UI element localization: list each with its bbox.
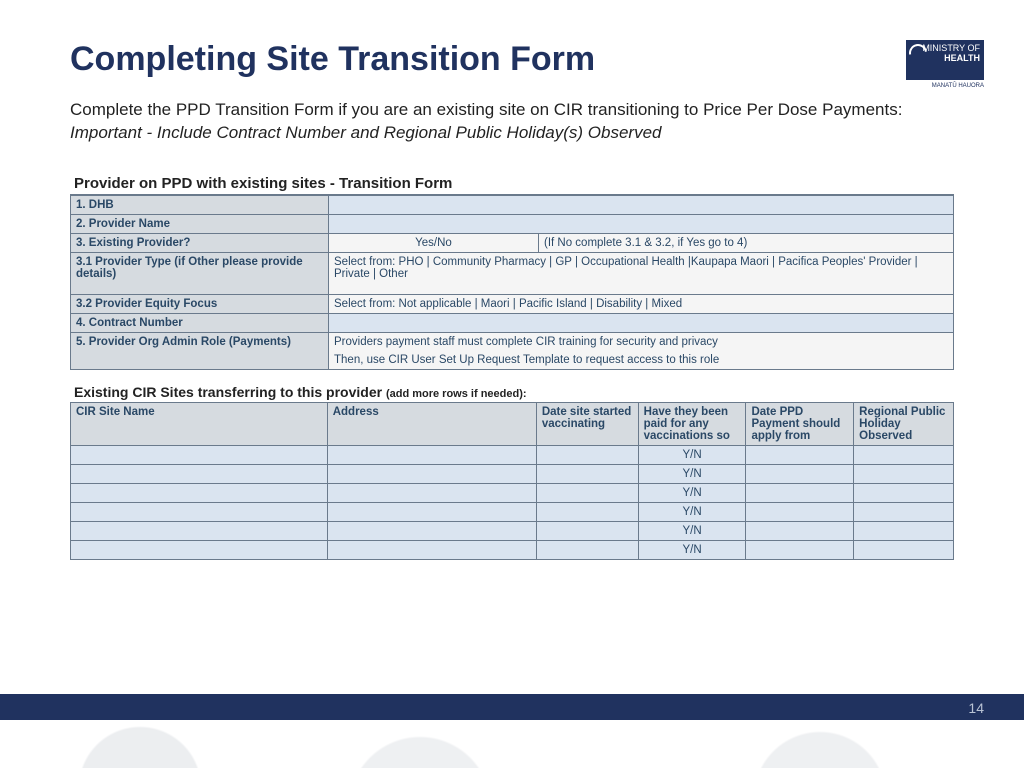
- slide-title: Completing Site Transition Form: [70, 40, 954, 79]
- site-cell[interactable]: [536, 540, 638, 559]
- site-cell[interactable]: [536, 502, 638, 521]
- row-provider-type-value[interactable]: Select from: PHO | Community Pharmacy | …: [329, 252, 954, 294]
- site-cell[interactable]: [71, 502, 328, 521]
- site-cell-paid-yn[interactable]: Y/N: [638, 502, 746, 521]
- site-row: Y/N: [71, 521, 954, 540]
- site-cell[interactable]: [327, 540, 536, 559]
- logo-sub: MANATŪ HAUORA: [932, 83, 984, 90]
- site-cell[interactable]: [536, 445, 638, 464]
- site-cell[interactable]: [854, 483, 954, 502]
- site-cell[interactable]: [746, 445, 854, 464]
- site-cell[interactable]: [327, 502, 536, 521]
- intro-text: Complete the PPD Transition Form if you …: [70, 99, 910, 145]
- sites-header-name: CIR Site Name: [71, 402, 328, 445]
- site-cell[interactable]: [854, 540, 954, 559]
- page-number: 14: [968, 700, 984, 716]
- row-dhb-label: 1. DHB: [71, 195, 329, 214]
- sites-section-title-note: (add more rows if needed):: [386, 388, 527, 400]
- row-dhb-value[interactable]: [329, 195, 954, 214]
- sites-header-start-date: Date site started vaccinating: [536, 402, 638, 445]
- row-provider-name-value[interactable]: [329, 214, 954, 233]
- site-row: Y/N: [71, 483, 954, 502]
- site-cell[interactable]: [854, 445, 954, 464]
- site-cell[interactable]: [71, 483, 328, 502]
- row-admin-role-label: 5. Provider Org Admin Role (Payments): [71, 332, 329, 369]
- site-cell[interactable]: [71, 540, 328, 559]
- site-cell[interactable]: [746, 540, 854, 559]
- provider-form-table: 1. DHB 2. Provider Name 3. Existing Prov…: [70, 195, 954, 370]
- ministry-health-logo: MINISTRY OF HEALTH MANATŪ HAUORA: [906, 40, 984, 80]
- site-cell-paid-yn[interactable]: Y/N: [638, 540, 746, 559]
- row-provider-type-label: 3.1 Provider Type (if Other please provi…: [71, 252, 329, 294]
- footer-bar: [0, 694, 1024, 720]
- site-cell[interactable]: [536, 464, 638, 483]
- site-cell[interactable]: [327, 445, 536, 464]
- site-cell[interactable]: [327, 483, 536, 502]
- sites-header-address: Address: [327, 402, 536, 445]
- row-existing-provider-hint: (If No complete 3.1 & 3.2, if Yes go to …: [539, 233, 954, 252]
- site-row: Y/N: [71, 502, 954, 521]
- site-cell-paid-yn[interactable]: Y/N: [638, 464, 746, 483]
- row-existing-provider-yesno[interactable]: Yes/No: [329, 233, 539, 252]
- site-cell[interactable]: [854, 502, 954, 521]
- row-existing-provider-label: 3. Existing Provider?: [71, 233, 329, 252]
- sites-header-ppd-date: Date PPD Payment should apply from: [746, 402, 854, 445]
- site-cell[interactable]: [854, 521, 954, 540]
- form-section-title: Provider on PPD with existing sites - Tr…: [70, 173, 954, 195]
- site-cell[interactable]: [536, 521, 638, 540]
- row-admin-role-line1: Providers payment staff must complete CI…: [329, 332, 954, 351]
- site-row: Y/N: [71, 464, 954, 483]
- row-contract-number-value[interactable]: [329, 313, 954, 332]
- site-cell[interactable]: [746, 521, 854, 540]
- site-cell[interactable]: [71, 445, 328, 464]
- intro-emphasis: Important - Include Contract Number and …: [70, 123, 662, 142]
- transition-form: Provider on PPD with existing sites - Tr…: [70, 173, 954, 560]
- row-equity-focus-value[interactable]: Select from: Not applicable | Maori | Pa…: [329, 294, 954, 313]
- site-cell[interactable]: [327, 521, 536, 540]
- site-cell-paid-yn[interactable]: Y/N: [638, 445, 746, 464]
- intro-plain: Complete the PPD Transition Form if you …: [70, 100, 902, 119]
- site-cell[interactable]: [536, 483, 638, 502]
- background-pattern: [0, 678, 1024, 768]
- sites-section-title: Existing CIR Sites transferring to this …: [70, 380, 954, 402]
- sites-table: CIR Site Name Address Date site started …: [70, 402, 954, 560]
- site-row: Y/N: [71, 445, 954, 464]
- sites-header-holiday: Regional Public Holiday Observed: [854, 402, 954, 445]
- site-cell-paid-yn[interactable]: Y/N: [638, 521, 746, 540]
- row-contract-number-label: 4. Contract Number: [71, 313, 329, 332]
- site-cell[interactable]: [746, 483, 854, 502]
- row-provider-name-label: 2. Provider Name: [71, 214, 329, 233]
- sites-header-paid: Have they been paid for any vaccinations…: [638, 402, 746, 445]
- row-admin-role-line2: Then, use CIR User Set Up Request Templa…: [329, 351, 954, 370]
- site-cell[interactable]: [746, 464, 854, 483]
- site-cell[interactable]: [327, 464, 536, 483]
- sites-section-title-main: Existing CIR Sites transferring to this …: [74, 384, 386, 400]
- site-cell[interactable]: [746, 502, 854, 521]
- site-cell[interactable]: [71, 521, 328, 540]
- site-cell[interactable]: [854, 464, 954, 483]
- site-row: Y/N: [71, 540, 954, 559]
- site-cell[interactable]: [71, 464, 328, 483]
- row-equity-focus-label: 3.2 Provider Equity Focus: [71, 294, 329, 313]
- site-cell-paid-yn[interactable]: Y/N: [638, 483, 746, 502]
